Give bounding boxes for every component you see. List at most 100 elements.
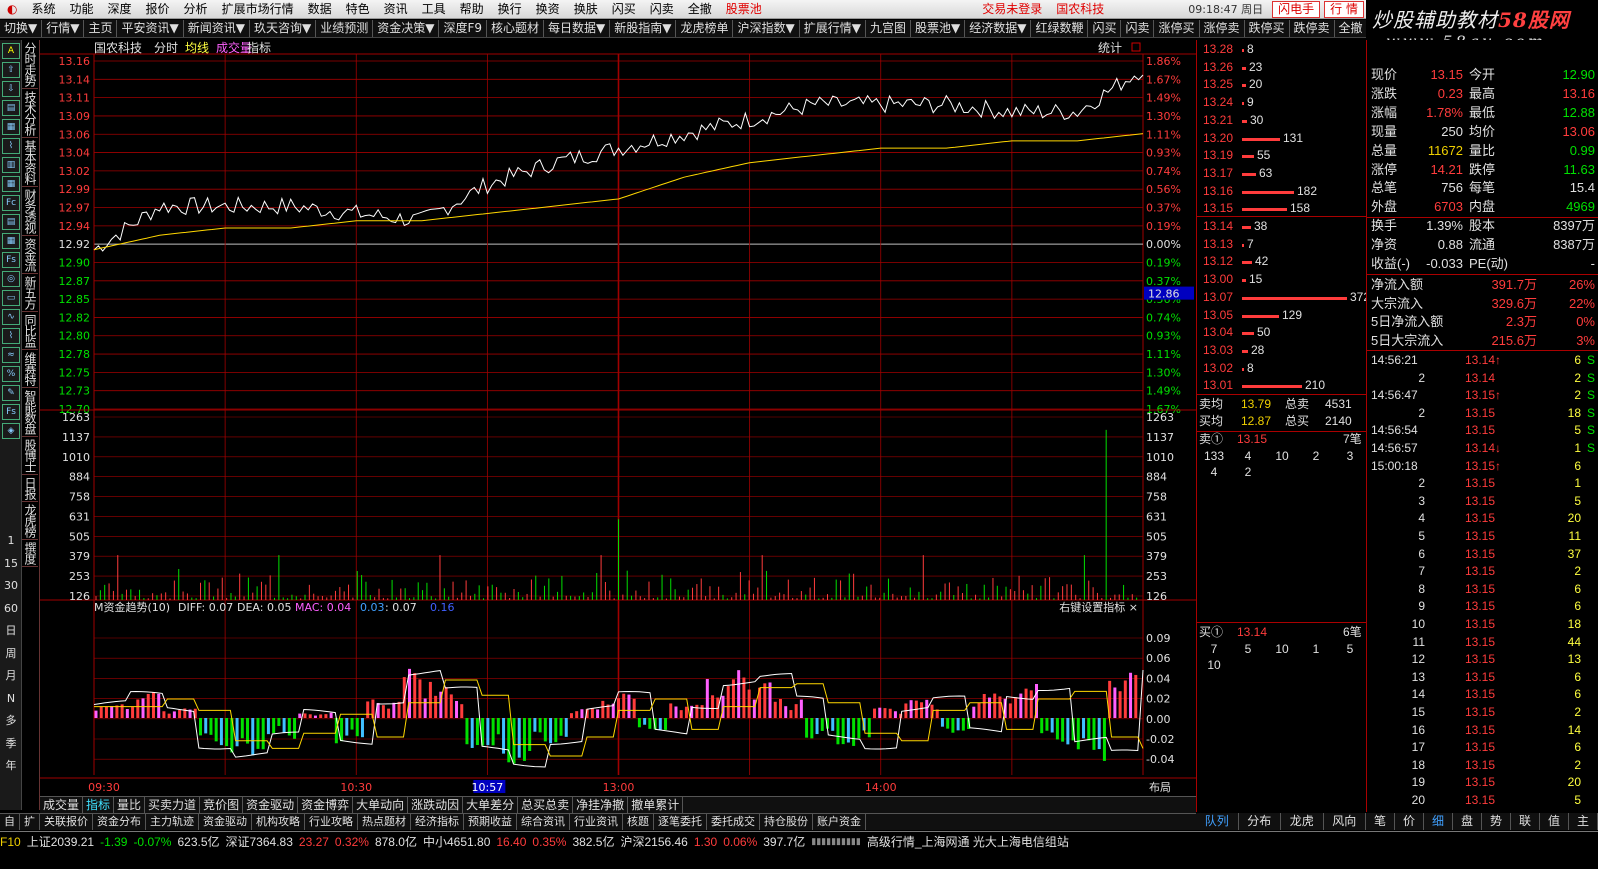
ask-row[interactable]: 13.24 9 — [1197, 94, 1367, 111]
info-tab[interactable]: 机构攻略 — [252, 814, 305, 830]
left-tool-icon[interactable]: ∿ — [2, 309, 20, 325]
ask-row[interactable]: 13.21 30 — [1197, 112, 1367, 129]
menu-item[interactable]: 资讯 — [377, 0, 415, 19]
menu-item[interactable]: 闪买 — [605, 0, 643, 19]
menu-item[interactable]: 全撤 — [681, 0, 719, 19]
left-tool-icon[interactable]: A — [2, 43, 20, 59]
bid-row[interactable]: 13.00 15 — [1197, 271, 1367, 288]
info-tab[interactable]: 预期收益 — [464, 814, 517, 830]
left-tool-icon[interactable]: Fc — [2, 195, 20, 211]
chart-tab[interactable]: 分时 — [154, 41, 178, 55]
info-tab[interactable]: 热点题材 — [358, 814, 411, 830]
login-status[interactable]: 交易未登录 — [975, 0, 1049, 19]
toolbar-item[interactable]: 跌停卖 — [1290, 20, 1335, 37]
period-item[interactable]: 日 — [0, 620, 22, 643]
menu-item[interactable]: 换行 — [491, 0, 529, 19]
indicator-tab[interactable]: 资金博弈 — [298, 797, 354, 813]
orderbook-tab[interactable]: 分布 — [1239, 813, 1281, 830]
left-tool-icon[interactable]: ▦ — [2, 233, 20, 249]
left-tool-icon[interactable]: ◎ — [2, 271, 20, 287]
left-tool-icon[interactable]: ✎ — [2, 385, 20, 401]
menu-item[interactable]: 工具 — [415, 0, 453, 19]
bid-row[interactable]: 13.03 28 — [1197, 342, 1367, 359]
bid-row[interactable]: 13.12 42 — [1197, 253, 1367, 270]
f10-button[interactable]: F10 — [0, 835, 21, 849]
ask-row[interactable]: 13.19 55 — [1197, 147, 1367, 164]
layout-button[interactable]: 布局 — [1149, 781, 1171, 794]
toolbar-item[interactable]: 涨停卖 — [1200, 20, 1245, 37]
indicator-tab[interactable]: 成交量 — [40, 797, 84, 813]
menu-item[interactable]: 分析 — [177, 0, 215, 19]
left-tool-icon[interactable]: Fs — [2, 252, 20, 268]
view-tab[interactable]: 撰度 — [22, 540, 38, 567]
info-tab[interactable]: 综合资讯 — [517, 814, 570, 830]
toolbar-item[interactable]: 每日数据▼ — [544, 20, 611, 37]
indicator-tab[interactable]: 量比 — [114, 797, 146, 813]
left-tool-icon[interactable]: ⇩ — [2, 81, 20, 97]
indicator-tab[interactable]: 总买总卖 — [518, 797, 574, 813]
toolbar-item[interactable]: 新股指南▼ — [610, 20, 677, 37]
info-tab[interactable]: 经济指标 — [411, 814, 464, 830]
view-tab[interactable]: 技术分析 — [22, 89, 38, 138]
period-item[interactable]: 60 — [0, 598, 22, 621]
toolbar-item[interactable]: 业绩预测 — [316, 20, 374, 37]
indicator-tab[interactable]: 大单差分 — [463, 797, 519, 813]
info-tab[interactable]: 账户资金 — [813, 814, 866, 830]
quote-tab[interactable]: 细 — [1424, 813, 1453, 830]
period-item[interactable]: 多 — [0, 710, 22, 733]
info-tab[interactable]: 核题 — [623, 814, 654, 830]
left-tool-icon[interactable]: ≈ — [2, 347, 20, 363]
toolbar-item[interactable]: 玖天咨询▼ — [250, 20, 317, 37]
left-tool-icon[interactable]: ⇧ — [2, 62, 20, 78]
indicator-tab[interactable]: 买卖力道 — [145, 797, 201, 813]
left-tool-icon[interactable]: ▭ — [2, 290, 20, 306]
stat-button[interactable]: 统计 — [1098, 41, 1122, 55]
intraday-chart-svg[interactable]: 国农科技 分时 均线 成交量指标 统计13.16 1.86%13.14 1.67%13.11… — [40, 40, 1196, 796]
toolbar-item[interactable]: 龙虎榜单 — [676, 20, 734, 37]
left-tool-icon[interactable]: ◈ — [2, 423, 20, 439]
indicator-tab[interactable]: 资金驱动 — [243, 797, 299, 813]
left-tool-icon[interactable]: ▤ — [2, 100, 20, 116]
toolbar-item[interactable]: 行情▼ — [42, 20, 85, 37]
toolbar-item[interactable]: 主页 — [84, 20, 118, 37]
indicator-tab[interactable]: 竞价图 — [200, 797, 244, 813]
toolbar-item[interactable]: 资金决策▼ — [373, 20, 440, 37]
left-tool-icon[interactable]: ▥ — [2, 157, 20, 173]
chart-tab[interactable]: 指标 — [247, 40, 271, 55]
view-tab[interactable]: 财务透视 — [22, 187, 38, 236]
menu-item[interactable]: 特色 — [339, 0, 377, 19]
period-item[interactable]: 月 — [0, 665, 22, 688]
toolbar-item[interactable]: 红绿数鞭 — [1031, 20, 1089, 37]
left-tool-icon[interactable]: ⌇ — [2, 328, 20, 344]
menu-item[interactable]: 深度 — [101, 0, 139, 19]
indicator-tab[interactable]: 大单动向 — [353, 797, 409, 813]
info-tab[interactable]: 自 — [0, 814, 20, 830]
bid-row[interactable]: 13.02 8 — [1197, 360, 1367, 377]
bid-row[interactable]: 13.13 7 — [1197, 236, 1367, 253]
ask-row[interactable]: 13.16 182 — [1197, 183, 1367, 200]
info-tab[interactable]: 扩 — [20, 814, 40, 830]
toolbar-item[interactable]: 经济数据▼ — [965, 20, 1032, 37]
indicator-tab[interactable]: 涨跌动因 — [408, 797, 464, 813]
toolbar-item[interactable]: 平安资讯▼ — [117, 20, 184, 37]
ask-row[interactable]: 13.15 158 — [1197, 200, 1367, 217]
view-tab[interactable]: 新五方 — [22, 274, 38, 312]
ask-row[interactable]: 13.26 23 — [1197, 59, 1367, 76]
left-tool-icon[interactable]: ▦ — [2, 119, 20, 135]
left-tool-icon[interactable]: ▤ — [2, 214, 20, 230]
ask-row[interactable]: 13.25 20 — [1197, 76, 1367, 93]
quote-button[interactable]: 行 情 — [1324, 0, 1364, 18]
toolbar-item[interactable]: 新闻资讯▼ — [184, 20, 250, 37]
left-tool-icon[interactable]: ▦ — [2, 176, 20, 192]
ask-row[interactable]: 13.17 63 — [1197, 165, 1367, 182]
chart-area[interactable]: 国农科技 分时 均线 成交量 指标 统计 13.16 1.86% 13.14 1.67% 13.11… — [40, 40, 1196, 796]
view-tab[interactable]: 龙虎榜 — [22, 502, 38, 540]
indicator-tab[interactable]: 指标 — [83, 797, 115, 813]
menu-item[interactable]: 系统 — [24, 0, 62, 19]
info-tab[interactable]: 关联报价 — [40, 814, 93, 830]
maximize-icon[interactable] — [1131, 42, 1141, 52]
period-item[interactable]: 15 — [0, 553, 22, 576]
period-item[interactable]: 季 — [0, 733, 22, 756]
indicator-settings-link[interactable]: 右键设置指标 × — [1059, 600, 1138, 614]
left-tool-icon[interactable]: Fs — [2, 404, 20, 420]
